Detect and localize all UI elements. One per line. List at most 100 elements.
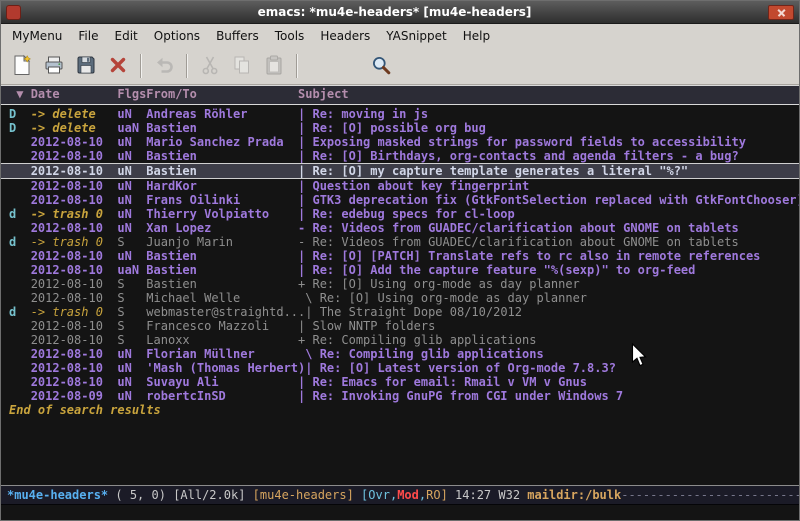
menu-tools[interactable]: Tools (267, 26, 313, 46)
window-close-button[interactable] (768, 5, 794, 20)
flags-cell: uN (117, 347, 146, 361)
message-row[interactable]: D -> delete uaN Bastien | Re: [O] possib… (1, 121, 799, 135)
thread-separator: | (298, 207, 312, 221)
message-row[interactable]: 2012-08-10 uN Florian Müllner \ Re: Comp… (1, 347, 799, 361)
thread-separator: | (298, 319, 312, 333)
mode-line-segment: [All/2.0k] (173, 488, 252, 502)
thread-separator: | (298, 193, 312, 207)
undo-icon (153, 54, 175, 79)
message-row[interactable]: D -> delete uN Andreas Röhler | Re: movi… (1, 107, 799, 121)
toolbar-print-button[interactable] (39, 51, 69, 81)
subject-cell: Re: Compiling glib applications (320, 347, 544, 361)
from-cell: Mario Sanchez Prada (146, 135, 298, 149)
message-row[interactable]: 2012-08-10 uN Bastien | Re: [O] [PATCH] … (1, 249, 799, 263)
message-row[interactable]: d -> trash 0 uN Thierry Volpiatto | Re: … (1, 207, 799, 221)
mark-target-cell: -> trash 0 (31, 305, 118, 319)
headers-buffer[interactable]: D -> delete uN Andreas Röhler | Re: movi… (1, 105, 799, 485)
message-row[interactable]: 2012-08-10 uaN Bastien | Re: [O] Add the… (1, 263, 799, 277)
thread-separator: | (305, 305, 319, 319)
mark-cell (9, 149, 31, 163)
date-cell: 2012-08-10 (31, 291, 118, 305)
subject-cell: Re: [O] Birthdays, org-contacts and agen… (312, 149, 738, 163)
thread-separator: + (298, 277, 312, 291)
thread-separator: - (298, 221, 312, 235)
header-flags[interactable]: Flgs (117, 87, 146, 101)
toolbar-paste-button (259, 51, 289, 81)
message-row[interactable]: 2012-08-10 S Francesco Mazzoli | Slow NN… (1, 319, 799, 333)
mode-line-segment: [mu4e-headers] (253, 488, 361, 502)
menu-mymenu[interactable]: MyMenu (4, 26, 70, 46)
thread-separator: + (298, 333, 312, 347)
menu-yasnippet[interactable]: YASnippet (378, 26, 455, 46)
mark-cell: d (9, 207, 31, 221)
flags-cell: uN (117, 193, 146, 207)
mark-cell (9, 249, 31, 263)
mode-line-segment: ----------------------------------------… (621, 488, 799, 502)
window-title: emacs: *mu4e-headers* [mu4e-headers] (21, 5, 768, 19)
end-of-results-label: End of search results (1, 403, 799, 418)
message-row[interactable]: 2012-08-09 uN robertcInSD | Re: Invoking… (1, 389, 799, 403)
subject-cell: Re: Emacs for email: Rmail v VM v Gnus (312, 375, 587, 389)
subject-cell: Re: edebug specs for cl-loop (312, 207, 514, 221)
message-row[interactable]: 2012-08-10 S Lanoxx + Re: Compiling glib… (1, 333, 799, 347)
flags-cell: S (117, 319, 146, 333)
menu-file[interactable]: File (70, 26, 106, 46)
menu-bar: MyMenuFileEditOptionsBuffersToolsHeaders… (1, 24, 799, 48)
message-row[interactable]: 2012-08-10 uN Bastien | Re: [O] my captu… (1, 163, 799, 179)
cut-icon (199, 54, 221, 79)
message-row[interactable]: 2012-08-10 uN Frans Oilinki | GTK3 depre… (1, 193, 799, 207)
flags-cell: uN (117, 164, 146, 178)
headers-header-line: ▼ Date FlgsFrom/To Subject (1, 85, 799, 105)
thread-separator: | (305, 361, 319, 375)
toolbar-new-file-button[interactable] (7, 51, 37, 81)
message-list: D -> delete uN Andreas Röhler | Re: movi… (1, 107, 799, 403)
sort-direction-icon[interactable]: ▼ (9, 87, 31, 101)
message-row[interactable]: 2012-08-10 uN 'Mash (Thomas Herbert)| Re… (1, 361, 799, 375)
mark-cell (9, 319, 31, 333)
menu-options[interactable]: Options (146, 26, 208, 46)
message-row[interactable]: d -> trash 0 S Juanjo Marin - Re: Videos… (1, 235, 799, 249)
header-subject[interactable]: Subject (298, 87, 349, 101)
message-row[interactable]: d -> trash 0 S webmaster@straightd...| T… (1, 305, 799, 319)
toolbar-search-button[interactable] (366, 51, 396, 81)
toolbar-save-button[interactable] (71, 51, 101, 81)
header-date[interactable]: Date (31, 87, 118, 101)
mark-cell: d (9, 235, 31, 249)
menu-buffers[interactable]: Buffers (208, 26, 267, 46)
toolbar-close-button[interactable] (103, 51, 133, 81)
message-row[interactable]: 2012-08-10 uN Bastien | Re: [O] Birthday… (1, 149, 799, 163)
new-file-icon (11, 54, 33, 79)
menu-headers[interactable]: Headers (312, 26, 378, 46)
mode-line-segment: Mod (397, 488, 419, 502)
message-row[interactable]: 2012-08-10 S Michael Welle \ Re: [O] Usi… (1, 291, 799, 305)
toolbar-copy-button (227, 51, 257, 81)
menu-edit[interactable]: Edit (107, 26, 146, 46)
subject-cell: Re: [O] [PATCH] Translate refs to rc als… (312, 249, 760, 263)
menu-help[interactable]: Help (455, 26, 498, 46)
from-cell: Bastien (146, 277, 298, 291)
from-cell: 'Mash (Thomas Herbert) (146, 361, 305, 375)
flags-cell: S (117, 235, 146, 249)
message-row[interactable]: 2012-08-10 uN Xan Lopez - Re: Videos fro… (1, 221, 799, 235)
thread-separator: \ (298, 291, 320, 305)
echo-area-minibuffer[interactable] (1, 505, 799, 520)
subject-cell: Re: [O] Using org-mode as day planner (320, 291, 587, 305)
thread-separator: | (298, 179, 312, 193)
header-from[interactable]: From/To (146, 87, 298, 101)
mark-cell (9, 164, 31, 178)
message-row[interactable]: 2012-08-10 uN Mario Sanchez Prada | Expo… (1, 135, 799, 149)
date-cell: 2012-08-10 (31, 319, 118, 333)
mode-line-segment: ( 5, 0) (108, 488, 173, 502)
message-row[interactable]: 2012-08-10 S Bastien + Re: [O] Using org… (1, 277, 799, 291)
message-row[interactable]: 2012-08-10 uN HardKor | Question about k… (1, 179, 799, 193)
subject-cell: Re: moving in js (312, 107, 428, 121)
mark-cell (9, 135, 31, 149)
mark-cell (9, 193, 31, 207)
mark-cell: d (9, 305, 31, 319)
mark-cell (9, 347, 31, 361)
mode-line-segment: W32 (498, 488, 527, 502)
title-bar[interactable]: emacs: *mu4e-headers* [mu4e-headers] (1, 1, 799, 24)
message-row[interactable]: 2012-08-10 uN Suvayu Ali | Re: Emacs for… (1, 375, 799, 389)
mode-line[interactable]: *mu4e-headers* ( 5, 0) [All/2.0k] [mu4e-… (1, 485, 799, 505)
subject-cell: Re: [O] possible org bug (312, 121, 485, 135)
